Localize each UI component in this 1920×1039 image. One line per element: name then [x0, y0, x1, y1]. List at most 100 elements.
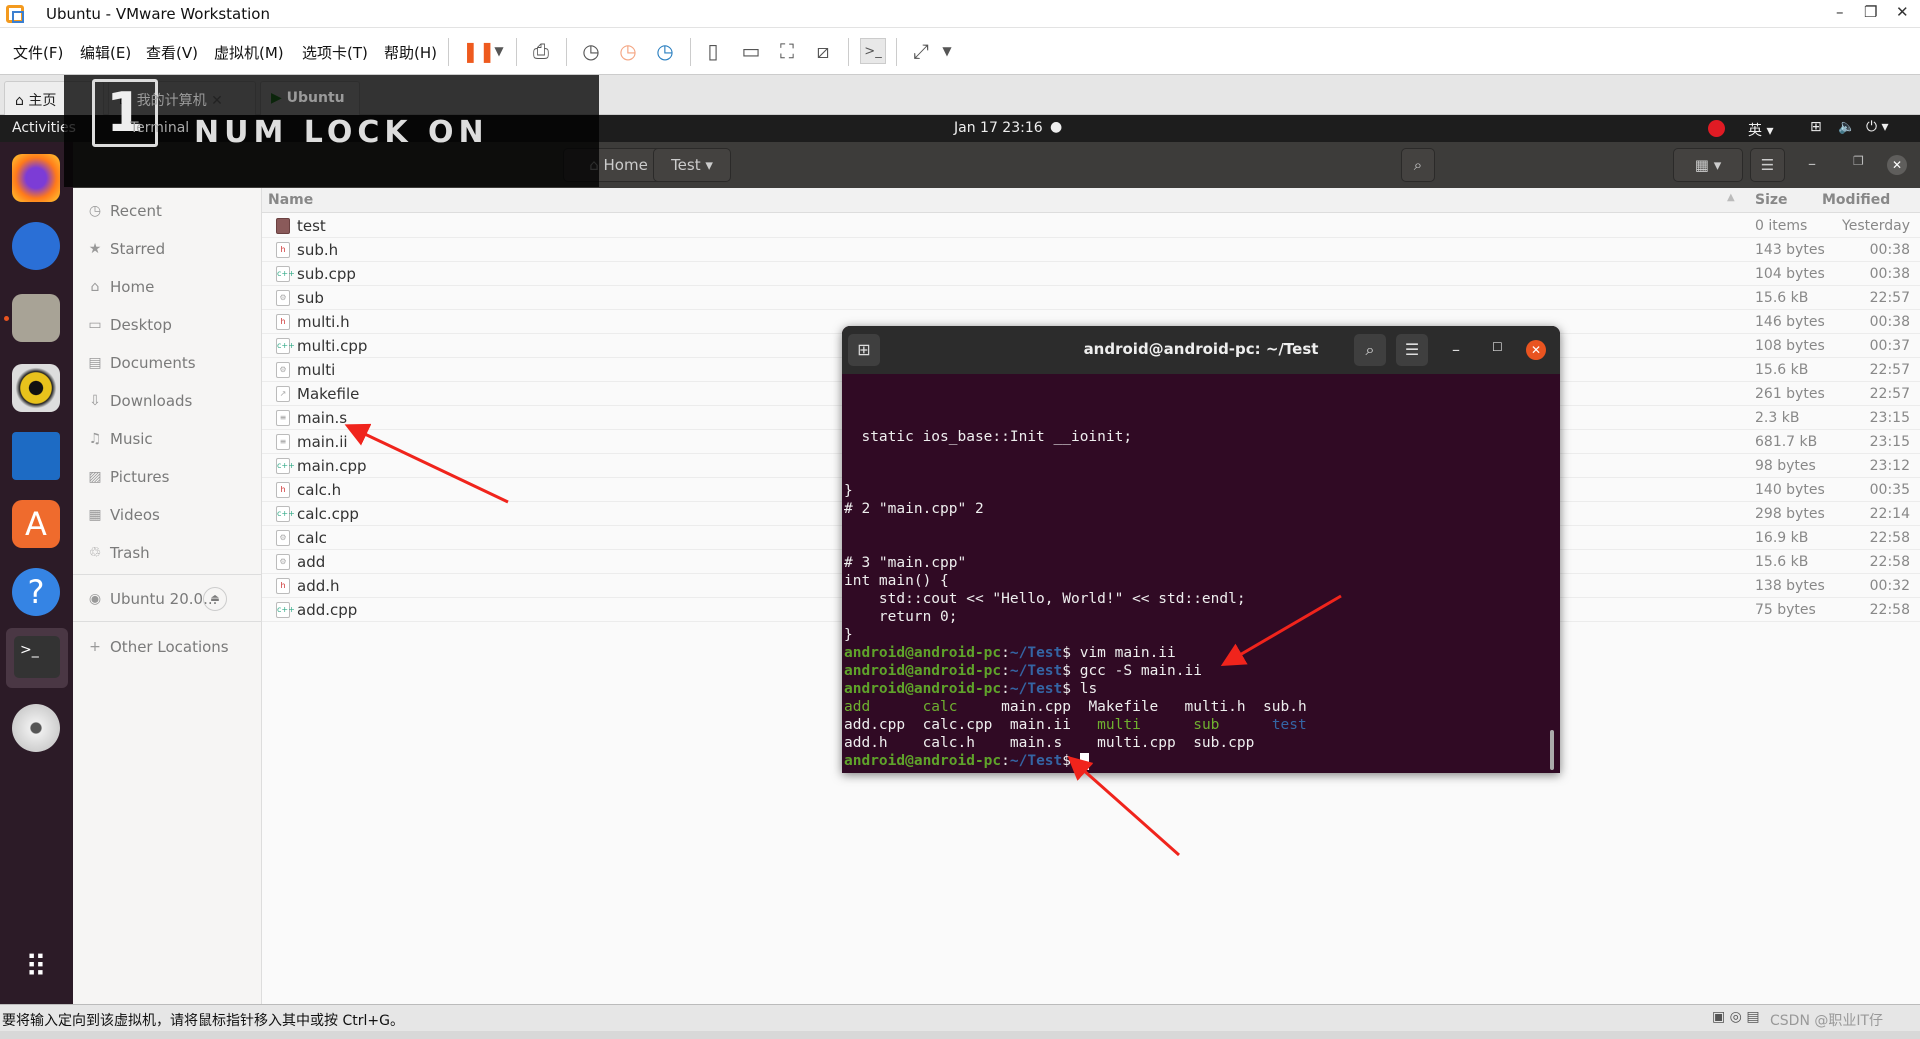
- menubar: 文件(F) 编辑(E) 查看(V) 虚拟机(M) 选项卡(T) 帮助(H) ❚❚…: [0, 28, 1920, 75]
- file-name: calc.h: [297, 481, 342, 499]
- terminal-output[interactable]: static ios_base::Init __ioinit;} # 2 "mai…: [844, 374, 1544, 770]
- starred-icon: ★: [88, 241, 102, 257]
- sidebar-item-volume[interactable]: ◉ Ubuntu 20.0... ⏏: [73, 580, 262, 618]
- minimize-button[interactable]: –: [1836, 3, 1844, 21]
- revert-snapshot-icon[interactable]: ◷: [615, 38, 641, 64]
- terminal-text: android@android-pc: [844, 681, 1002, 697]
- pause-dropdown-icon[interactable]: ▼: [486, 38, 512, 64]
- sidebar-item-videos[interactable]: ▦ Videos: [73, 496, 262, 534]
- search-button[interactable]: ⌕: [1401, 148, 1435, 182]
- sidebar-item-home[interactable]: ⌂ Home: [73, 268, 262, 306]
- sidebar-item-label: Videos: [110, 506, 160, 524]
- network-icon[interactable]: ⊞: [1810, 119, 1822, 135]
- power-icon[interactable]: ⏻ ▾: [1866, 119, 1889, 135]
- thumbnail-view-icon[interactable]: ▭: [738, 38, 764, 64]
- menu-edit[interactable]: 编辑(E): [80, 42, 131, 63]
- unity-icon[interactable]: ⧄: [810, 38, 836, 64]
- terminal-line: }: [844, 626, 1544, 644]
- sidebar-view-icon[interactable]: ▯: [700, 38, 726, 64]
- file-row[interactable]: c++ sub.cpp 104 bytes 00:38: [262, 262, 1920, 286]
- search-icon[interactable]: ⌕: [1354, 334, 1386, 366]
- show-apps-icon[interactable]: ⠿: [18, 950, 54, 986]
- files-icon[interactable]: [12, 294, 60, 342]
- file-name: main.s: [297, 409, 348, 427]
- file-modified: 22:58: [1869, 530, 1910, 546]
- menu-file[interactable]: 文件(F): [13, 42, 63, 63]
- sidebar-item-downloads[interactable]: ⇩ Downloads: [73, 382, 262, 420]
- terminal-line: android@android-pc:~/Test$ vim main.ii: [844, 644, 1544, 662]
- pause-icon[interactable]: ❚❚: [462, 38, 496, 64]
- minimize-button[interactable]: –: [1452, 340, 1460, 359]
- view-toggle-button[interactable]: ▦ ▾: [1673, 148, 1743, 182]
- maximize-button[interactable]: ☐: [1492, 340, 1503, 354]
- plus-icon: +: [89, 639, 101, 655]
- input-method-indicator[interactable]: 英 ▾: [1748, 120, 1773, 140]
- sidebar-item-recent[interactable]: ◷ Recent: [73, 192, 262, 230]
- snapshot-icon[interactable]: ◷: [578, 38, 604, 64]
- rhythmbox-icon[interactable]: [12, 364, 60, 412]
- path-test[interactable]: Test ▾: [653, 148, 731, 182]
- sidebar-item-pictures[interactable]: ▨ Pictures: [73, 458, 262, 496]
- volume-icon[interactable]: 🔈: [1838, 119, 1855, 135]
- sidebar-item-desktop[interactable]: ▭ Desktop: [73, 306, 262, 344]
- sidebar-item-other-locations[interactable]: + Other Locations: [73, 628, 262, 666]
- terminal-text: static ios_base::Init __ioinit;: [844, 429, 1133, 445]
- folder-icon: [276, 218, 290, 234]
- software-center-icon[interactable]: A: [12, 500, 60, 548]
- clock[interactable]: Jan 17 23:16: [954, 120, 1043, 136]
- terminal-icon: >_: [14, 636, 60, 678]
- terminal-text: add.cpp calc.cpp main.ii: [844, 717, 1098, 733]
- terminal-scrollbar[interactable]: [1550, 730, 1554, 770]
- file-row[interactable]: ⚙ sub 15.6 kB 22:57: [262, 286, 1920, 310]
- restore-button[interactable]: ❐: [1864, 3, 1877, 21]
- menu-icon[interactable]: ☰: [1396, 334, 1428, 366]
- menu-help[interactable]: 帮助(H): [384, 42, 437, 63]
- libreoffice-writer-icon[interactable]: [12, 432, 60, 480]
- menu-view[interactable]: 查看(V): [146, 42, 198, 63]
- dvd-icon[interactable]: [12, 704, 60, 752]
- close-button[interactable]: ✕: [1887, 155, 1907, 175]
- do-not-disturb-icon[interactable]: [1708, 120, 1725, 137]
- column-modified[interactable]: Modified: [1822, 192, 1890, 208]
- terminal-text: android@android-pc: [844, 645, 1002, 661]
- close-button[interactable]: ✕: [1526, 340, 1546, 360]
- column-size[interactable]: Size: [1755, 192, 1788, 208]
- app-menu[interactable]: Terminal: [130, 120, 189, 136]
- close-button[interactable]: ✕: [1896, 3, 1909, 21]
- sidebar-item-trash[interactable]: ♲ Trash: [73, 534, 262, 572]
- sidebar-item-starred[interactable]: ★ Starred: [73, 230, 262, 268]
- minimize-button[interactable]: –: [1808, 154, 1816, 173]
- stretch-icon[interactable]: ⤢: [908, 38, 934, 64]
- fullscreen-icon[interactable]: ⛶: [774, 38, 800, 64]
- console-view-icon[interactable]: >_: [860, 38, 886, 64]
- thunderbird-icon[interactable]: [12, 222, 60, 270]
- menu-vm[interactable]: 虚拟机(M): [214, 42, 284, 63]
- file-size: 146 bytes: [1755, 314, 1825, 330]
- file-row[interactable]: test 0 items Yesterday: [262, 214, 1920, 238]
- terminal-dock-active[interactable]: >_: [6, 628, 68, 688]
- sidebar-item-documents[interactable]: ▤ Documents: [73, 344, 262, 382]
- terminal-text: :: [1001, 681, 1010, 697]
- file-size: 108 bytes: [1755, 338, 1825, 354]
- column-name[interactable]: Name: [268, 192, 313, 208]
- firefox-icon[interactable]: [12, 154, 60, 202]
- maximize-button[interactable]: ❐: [1853, 154, 1864, 168]
- file-name: sub.cpp: [297, 265, 356, 283]
- hamburger-menu-button[interactable]: ☰: [1750, 148, 1785, 182]
- sidebar-item-music[interactable]: ♫ Music: [73, 420, 262, 458]
- file-row[interactable]: h sub.h 143 bytes 00:38: [262, 238, 1920, 262]
- num-lock-text: NUM LOCK ON: [194, 115, 489, 150]
- send-keys-icon[interactable]: ⎙: [528, 38, 554, 64]
- terminal-text: multi: [1097, 717, 1141, 733]
- stretch-dropdown-icon[interactable]: ▼: [934, 38, 960, 64]
- terminal-window[interactable]: ⊞ android@android-pc: ~/Test ⌕ ☰ – ☐ ✕ s…: [842, 326, 1560, 773]
- file-name: main.cpp: [297, 457, 367, 475]
- file-modified: 22:58: [1869, 602, 1910, 618]
- eject-icon[interactable]: ⏏: [203, 587, 227, 611]
- device-icons[interactable]: ▣ ◎ ▤: [1712, 1009, 1760, 1025]
- menu-tabs[interactable]: 选项卡(T): [302, 42, 368, 63]
- snapshot-manager-icon[interactable]: ◷: [652, 38, 678, 64]
- documents-icon: ▤: [88, 355, 102, 371]
- help-icon[interactable]: ?: [12, 568, 60, 616]
